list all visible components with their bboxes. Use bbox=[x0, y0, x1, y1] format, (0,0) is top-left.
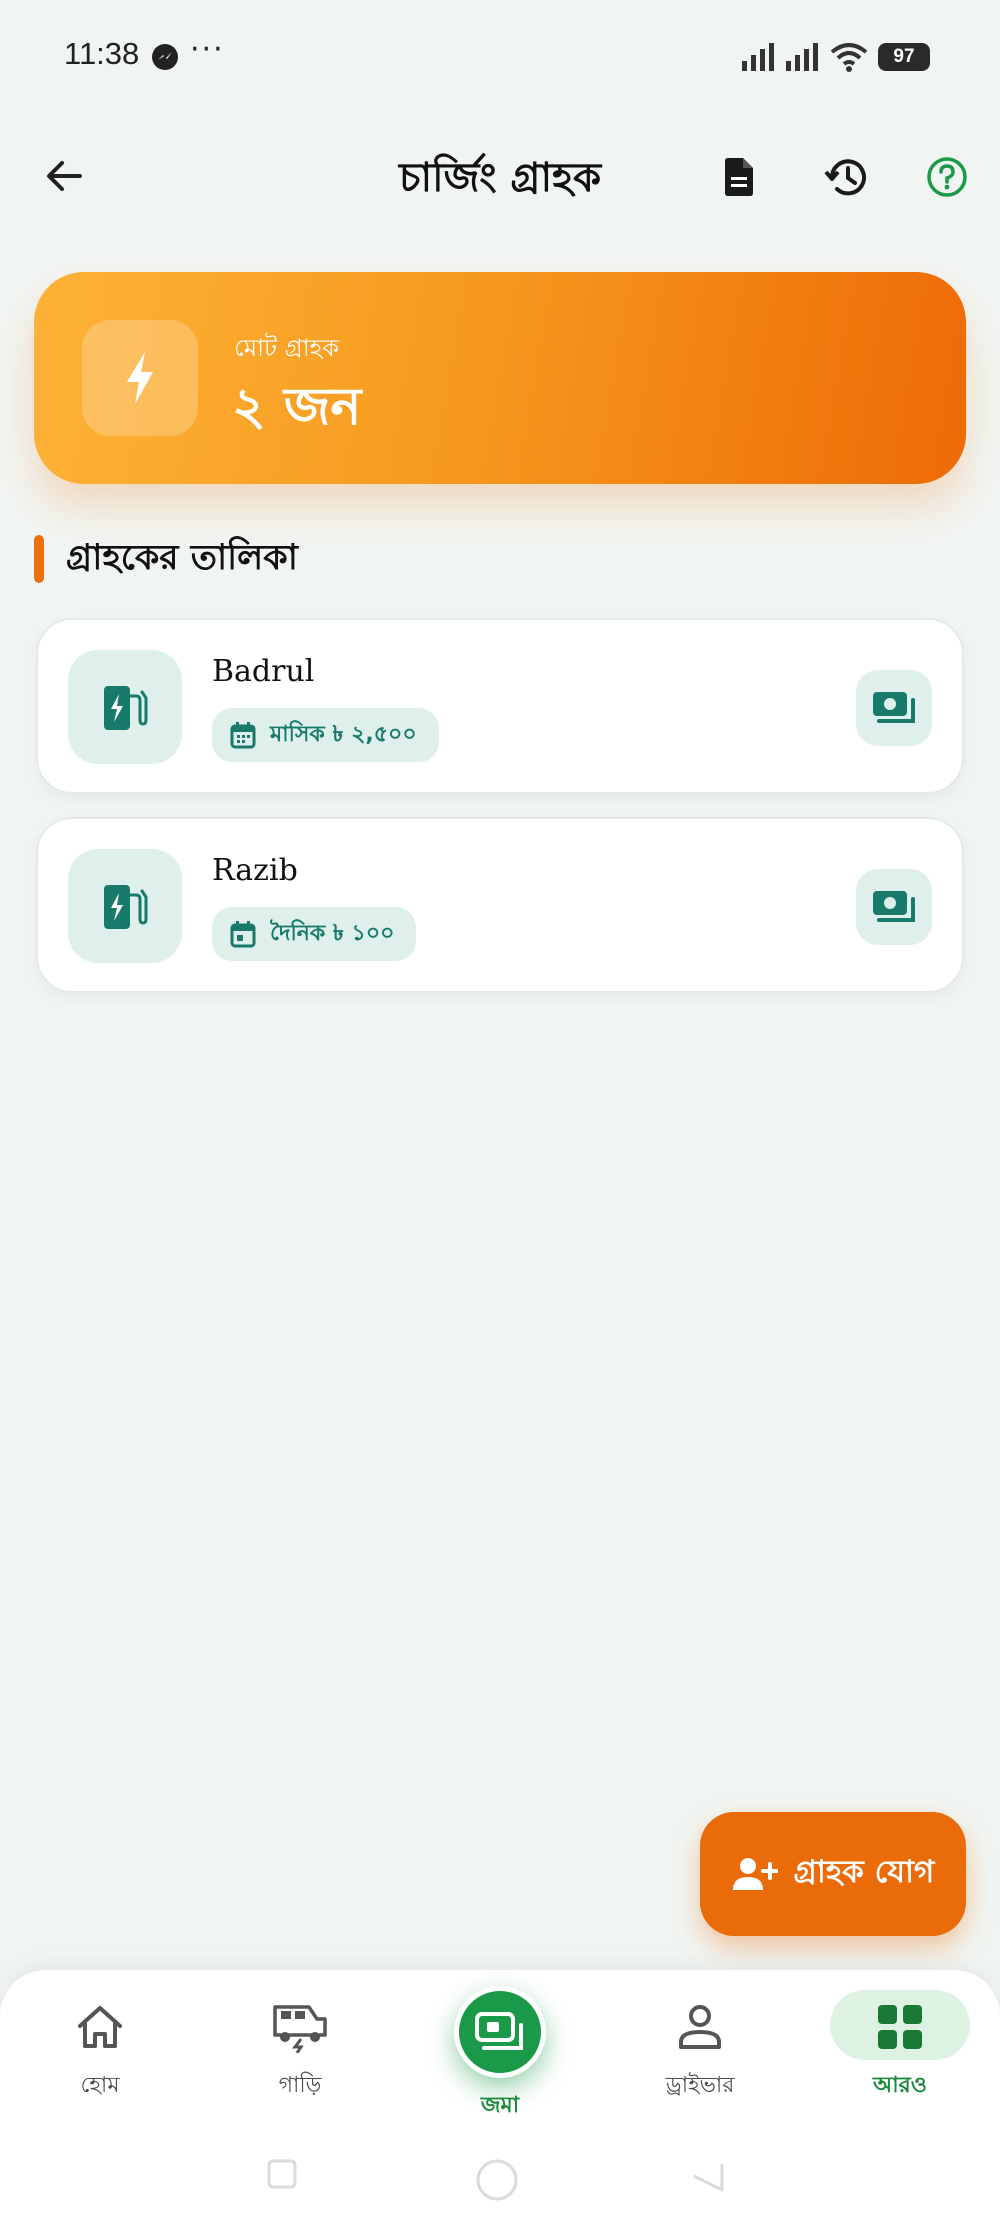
nav-deposit-label: জমা bbox=[480, 2093, 520, 2118]
collect-payment-button[interactable] bbox=[856, 869, 932, 945]
ev-charger-icon bbox=[104, 686, 148, 730]
plan-text: মাসিক ৳ ২,৫০০ bbox=[270, 721, 417, 747]
summary-icon-box bbox=[82, 320, 198, 436]
wifi-icon bbox=[830, 43, 868, 72]
person-add-icon bbox=[732, 1858, 778, 1890]
calendar-day-icon bbox=[230, 921, 256, 948]
home-circle-icon[interactable] bbox=[475, 2158, 519, 2202]
payments-icon bbox=[475, 2012, 523, 2050]
charging-station-icon-box bbox=[68, 849, 182, 963]
system-navigation-bar bbox=[0, 2130, 1000, 2225]
payments-icon bbox=[873, 891, 915, 922]
payments-icon bbox=[873, 692, 915, 723]
person-icon bbox=[679, 2005, 721, 2049]
signal-icon bbox=[742, 43, 774, 71]
plan-text: দৈনিক ৳ ১০০ bbox=[270, 920, 395, 946]
nav-home[interactable]: হোম bbox=[30, 1994, 170, 2105]
help-button[interactable] bbox=[918, 148, 976, 206]
nav-more-label: আরও bbox=[873, 2073, 927, 2098]
total-customers-count: ২ জন bbox=[232, 377, 362, 437]
signal-icon bbox=[786, 43, 818, 71]
history-icon bbox=[824, 159, 866, 196]
nav-vehicle-label: গাড়ি bbox=[278, 2073, 322, 2098]
customer-name: Badrul bbox=[212, 654, 315, 689]
customer-name: Razib bbox=[212, 853, 298, 888]
report-button[interactable] bbox=[710, 148, 768, 206]
nav-driver-label: ড্রাইভার bbox=[665, 2073, 735, 2098]
calendar-icon bbox=[230, 722, 256, 749]
messenger-icon bbox=[152, 44, 178, 70]
status-bar: 11:38 ··· 97 bbox=[0, 0, 1000, 110]
more-notifications-icon: ··· bbox=[190, 32, 225, 67]
nav-vehicle[interactable]: গাড়ি bbox=[230, 1994, 370, 2105]
plan-badge: মাসিক ৳ ২,৫০০ bbox=[212, 708, 439, 762]
nav-driver[interactable]: ড্রাইভার bbox=[630, 1994, 770, 2105]
help-circle-icon bbox=[927, 157, 967, 197]
section-accent-bar bbox=[34, 535, 44, 583]
customer-list-header: গ্রাহকের তালিকা bbox=[34, 534, 298, 584]
home-icon bbox=[78, 2006, 122, 2048]
grid-icon bbox=[878, 2005, 922, 2049]
battery-indicator: 97 bbox=[878, 43, 930, 71]
collect-payment-button[interactable] bbox=[856, 670, 932, 746]
history-button[interactable] bbox=[816, 148, 874, 206]
status-indicators: 97 bbox=[742, 40, 930, 74]
nav-more[interactable]: আরও bbox=[830, 1994, 970, 2105]
back-triangle-icon[interactable] bbox=[690, 2158, 726, 2194]
document-icon bbox=[725, 158, 753, 196]
add-customer-label: গ্রাহক যোগ bbox=[793, 1854, 935, 1890]
customer-card[interactable]: Razib দৈনিক ৳ ১০০ bbox=[36, 817, 964, 993]
charging-customers-screen: 11:38 ··· 97 চার্জিং গ্রাহক মোট গ্রাহক ২… bbox=[0, 0, 1000, 2225]
app-bar: চার্জিং গ্রাহক bbox=[0, 120, 1000, 234]
total-customers-card: মোট গ্রাহক ২ জন bbox=[34, 272, 966, 484]
total-customers-label: মোট গ্রাহক bbox=[234, 334, 340, 362]
recents-icon[interactable] bbox=[266, 2158, 298, 2190]
charging-station-icon-box bbox=[68, 650, 182, 764]
section-title: গ্রাহকের তালিকা bbox=[66, 537, 298, 578]
nav-deposit-button[interactable] bbox=[454, 1986, 546, 2078]
ev-charger-icon bbox=[104, 885, 148, 929]
status-time: 11:38 bbox=[64, 36, 140, 71]
nav-home-label: হোম bbox=[80, 2073, 120, 2098]
electric-rickshaw-icon bbox=[273, 2005, 327, 2053]
plan-badge: দৈনিক ৳ ১০০ bbox=[212, 907, 417, 961]
add-customer-button[interactable]: গ্রাহক যোগ bbox=[700, 1812, 966, 1936]
customer-card[interactable]: Badrul মাসিক ৳ ২,৫০০ bbox=[36, 618, 964, 794]
bolt-icon bbox=[127, 352, 153, 404]
